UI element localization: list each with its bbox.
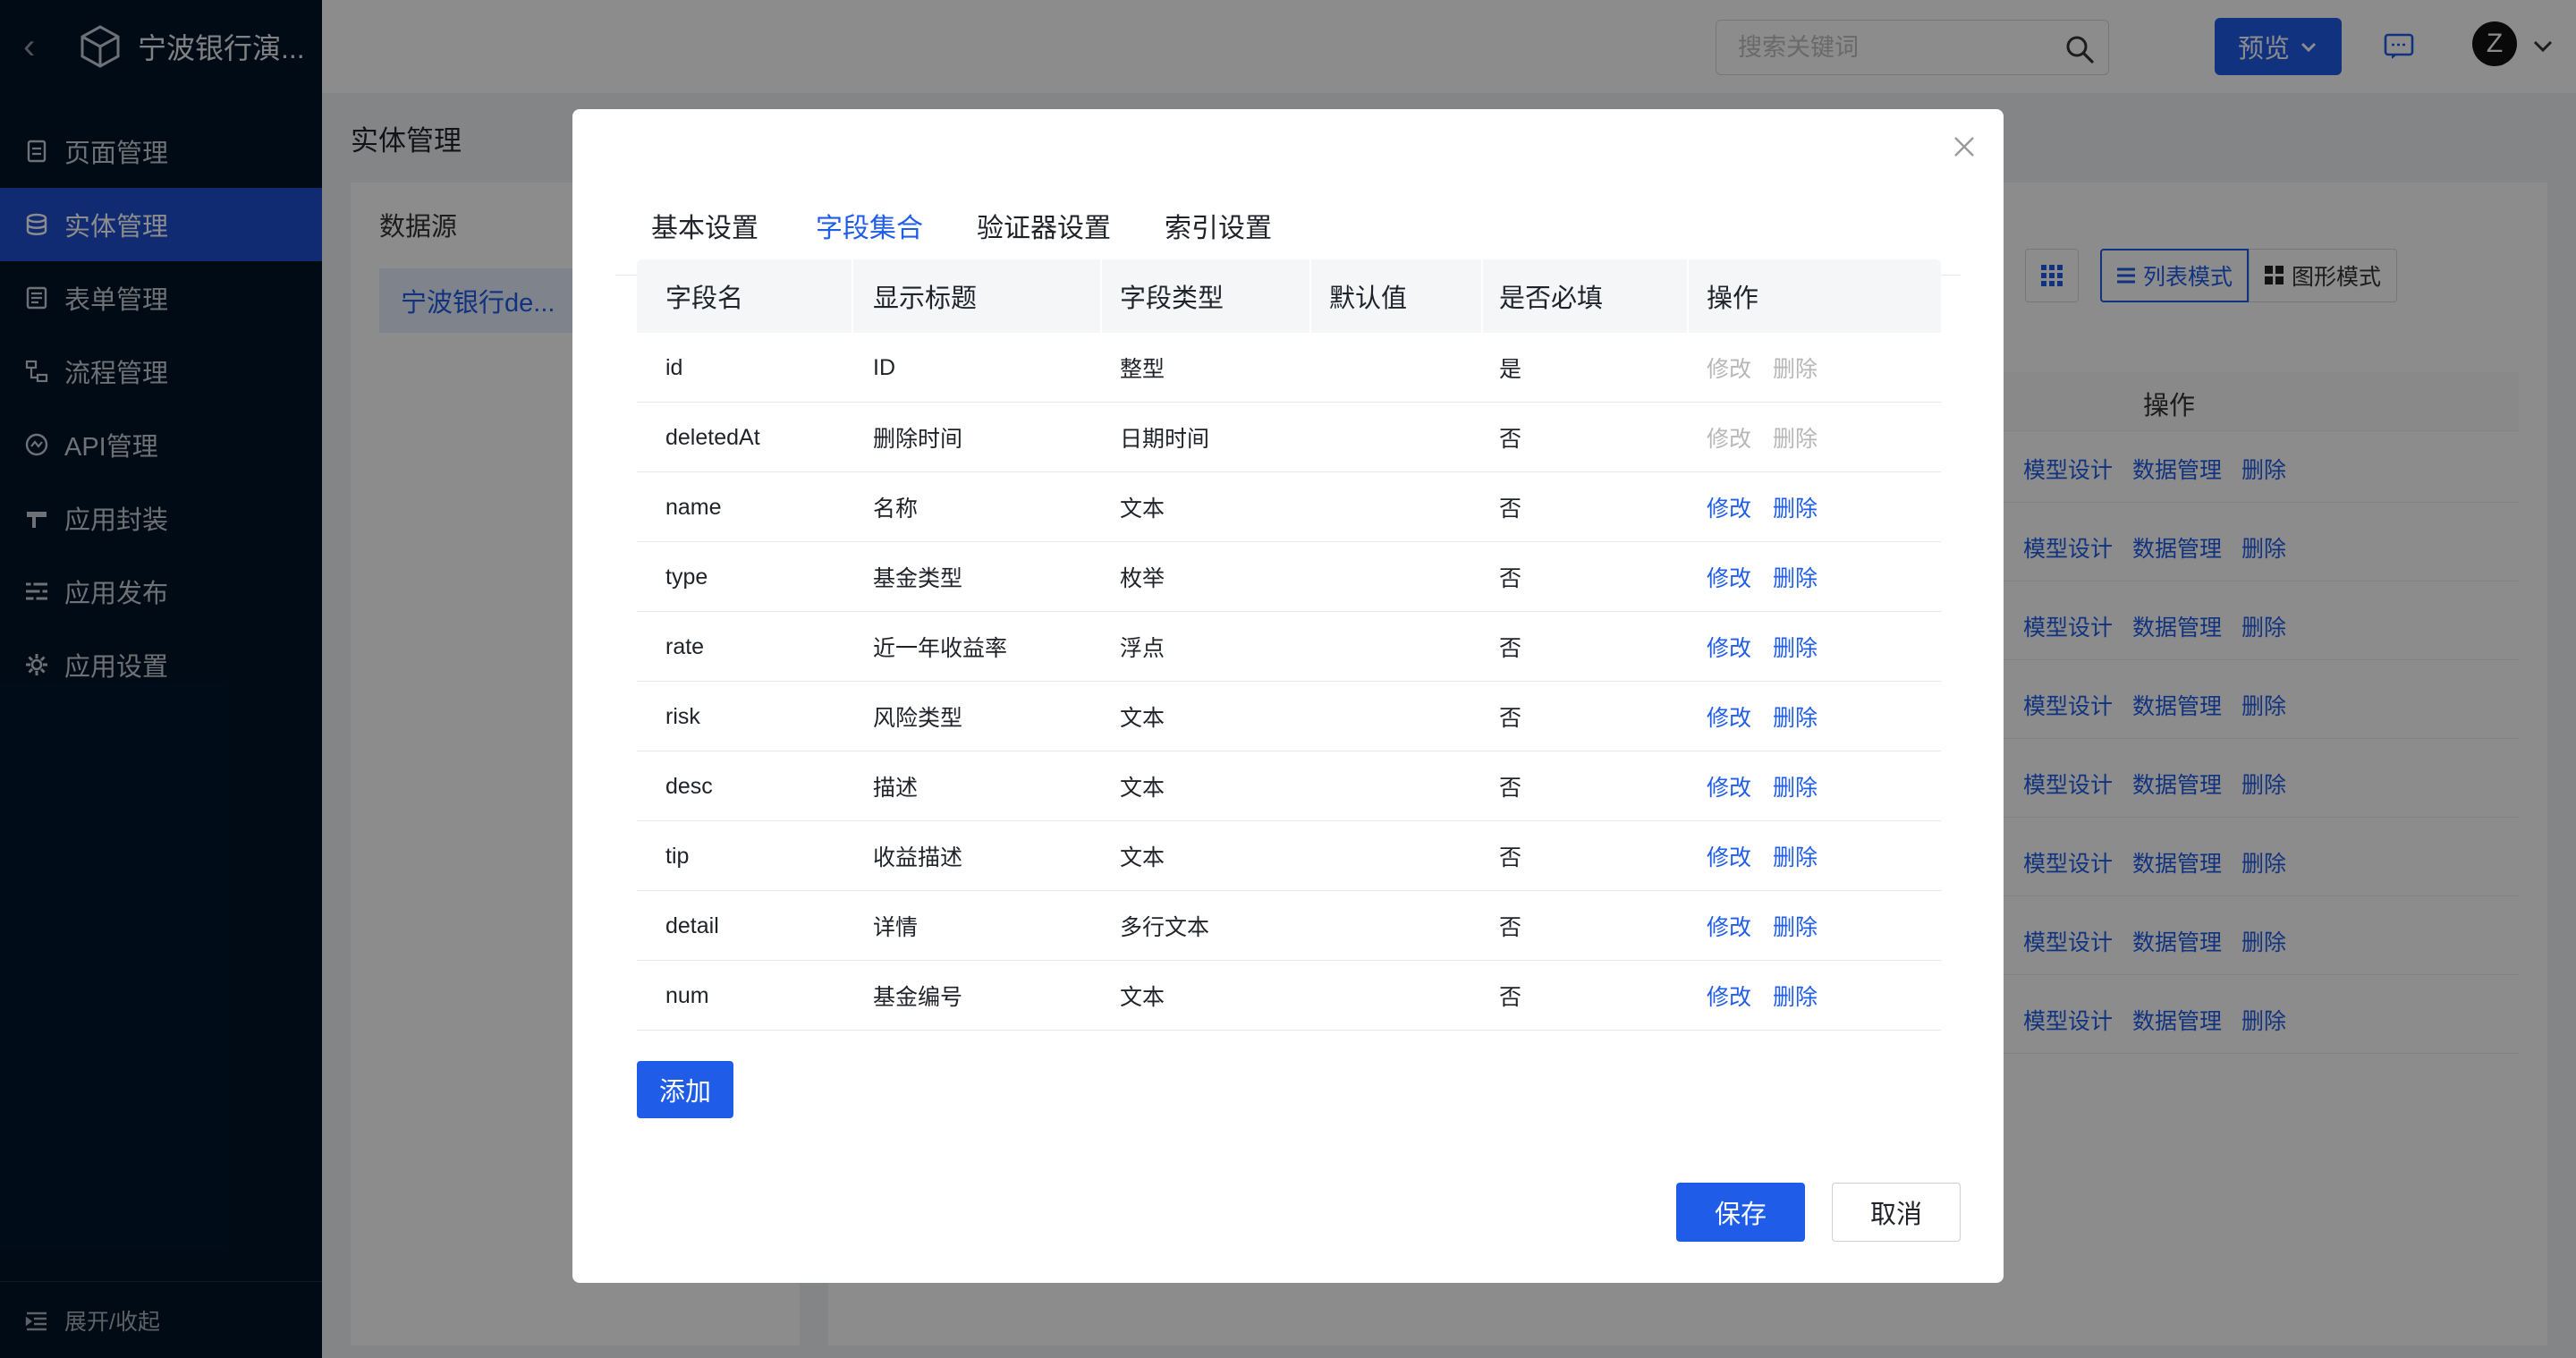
- field-type-cell: 日期时间: [1120, 427, 1210, 452]
- required-cell: 否: [1499, 497, 1522, 522]
- field-type-cell: 文本: [1120, 776, 1165, 801]
- close-icon[interactable]: [1946, 129, 1982, 165]
- delete-field-link[interactable]: 删除: [1773, 961, 1818, 1031]
- field-name-cell: risk: [665, 703, 700, 729]
- field-row: deletedAt 删除时间 日期时间 否 修改 删除: [637, 403, 1941, 472]
- tab-basic-settings[interactable]: 基本设置: [651, 206, 758, 245]
- field-type-cell: 浮点: [1120, 636, 1165, 661]
- edit-field-link[interactable]: 修改: [1707, 403, 1751, 472]
- display-title-cell: ID: [873, 354, 895, 380]
- field-table: 字段名 显示标题 字段类型 默认值 是否必填 操作 id ID 整型是修改 删除 del…: [637, 259, 1941, 1031]
- field-type-cell: 文本: [1120, 706, 1165, 731]
- field-row: type 基金类型 枚举 否 修改 删除: [637, 542, 1941, 612]
- field-name-cell: detail: [665, 912, 719, 938]
- field-name-cell: name: [665, 494, 722, 520]
- delete-field-link[interactable]: 删除: [1773, 751, 1818, 821]
- required-cell: 否: [1499, 706, 1522, 731]
- display-title-cell: 风险类型: [873, 706, 963, 731]
- field-name-cell: tip: [665, 843, 690, 869]
- field-type-cell: 枚举: [1120, 566, 1165, 591]
- display-title-cell: 基金类型: [873, 566, 963, 591]
- field-row: tip 收益描述 文本 否 修改 删除: [637, 821, 1941, 891]
- field-type-cell: 文本: [1120, 845, 1165, 870]
- edit-field-link[interactable]: 修改: [1707, 891, 1751, 961]
- edit-field-link[interactable]: 修改: [1707, 682, 1751, 751]
- display-title-cell: 描述: [873, 776, 919, 801]
- display-title-cell: 详情: [873, 915, 919, 940]
- field-row: risk 风险类型 文本 否 修改 删除: [637, 682, 1941, 751]
- delete-field-link[interactable]: 删除: [1773, 333, 1818, 403]
- required-cell: 否: [1499, 915, 1522, 940]
- edit-field-link[interactable]: 修改: [1707, 333, 1751, 403]
- add-field-button[interactable]: 添加: [637, 1061, 733, 1118]
- field-name-cell: desc: [665, 773, 713, 799]
- save-button[interactable]: 保存: [1676, 1183, 1805, 1242]
- field-type-cell: 文本: [1120, 497, 1165, 522]
- required-cell: 否: [1499, 427, 1522, 452]
- display-title-cell: 删除时间: [873, 427, 963, 452]
- delete-field-link[interactable]: 删除: [1773, 821, 1818, 891]
- field-row: rate 近一年收益率 浮点 否 修改 删除: [637, 612, 1941, 682]
- column-header-required: 是否必填: [1499, 284, 1604, 313]
- delete-field-link[interactable]: 删除: [1773, 542, 1818, 612]
- tab-index-settings[interactable]: 索引设置: [1165, 206, 1272, 245]
- field-name-cell: num: [665, 982, 709, 1008]
- field-name-cell: rate: [665, 633, 705, 659]
- field-table-header: 字段名 显示标题 字段类型 默认值 是否必填 操作: [637, 259, 1941, 333]
- delete-field-link[interactable]: 删除: [1773, 682, 1818, 751]
- field-row: detail 详情 多行文本 否 修改 删除: [637, 891, 1941, 961]
- display-title-cell: 近一年收益率: [873, 636, 1008, 661]
- delete-field-link[interactable]: 删除: [1773, 403, 1818, 472]
- column-header-field-name: 字段名: [665, 284, 744, 313]
- field-row: desc 描述 文本 否 修改 删除: [637, 751, 1941, 821]
- field-type-cell: 文本: [1120, 985, 1165, 1010]
- column-header-actions: 操作: [1707, 284, 1759, 313]
- delete-field-link[interactable]: 删除: [1773, 612, 1818, 682]
- field-row: id ID 整型 是 修改 删除: [637, 333, 1941, 403]
- delete-field-link[interactable]: 删除: [1773, 472, 1818, 542]
- field-name-cell: type: [665, 564, 708, 590]
- field-type-cell: 整型: [1120, 357, 1165, 382]
- display-title-cell: 收益描述: [873, 845, 963, 870]
- required-cell: 否: [1499, 776, 1522, 801]
- field-row: num 基金编号 文本 否 修改 删除: [637, 961, 1941, 1031]
- field-type-cell: 多行文本: [1120, 915, 1210, 940]
- required-cell: 是: [1499, 357, 1522, 382]
- edit-field-link[interactable]: 修改: [1707, 821, 1751, 891]
- required-cell: 否: [1499, 845, 1522, 870]
- field-name-cell: deletedAt: [665, 424, 760, 450]
- column-header-default: 默认值: [1329, 284, 1408, 313]
- required-cell: 否: [1499, 566, 1522, 591]
- edit-field-link[interactable]: 修改: [1707, 961, 1751, 1031]
- edit-field-link[interactable]: 修改: [1707, 472, 1751, 542]
- delete-field-link[interactable]: 删除: [1773, 891, 1818, 961]
- tab-validator-settings[interactable]: 验证器设置: [977, 206, 1111, 245]
- field-name-cell: id: [665, 354, 683, 380]
- required-cell: 否: [1499, 636, 1522, 661]
- display-title-cell: 名称: [873, 497, 919, 522]
- edit-field-link[interactable]: 修改: [1707, 542, 1751, 612]
- field-editor-dialog: 基本设置 字段集合 验证器设置 索引设置 字段名 显示标题 字段类型 默认值 是…: [572, 109, 2004, 1283]
- cancel-button[interactable]: 取消: [1832, 1183, 1961, 1242]
- required-cell: 否: [1499, 985, 1522, 1010]
- edit-field-link[interactable]: 修改: [1707, 612, 1751, 682]
- column-header-field-type: 字段类型: [1120, 284, 1224, 313]
- edit-field-link[interactable]: 修改: [1707, 751, 1751, 821]
- field-table-body: id ID 整型是修改 删除 deletedAt 删除时间 日期时间否修改 删除 name 名称文…: [637, 333, 1941, 1031]
- field-row: name 名称 文本 否 修改 删除: [637, 472, 1941, 542]
- tab-field-collection[interactable]: 字段集合: [816, 206, 923, 245]
- display-title-cell: 基金编号: [873, 985, 963, 1010]
- column-header-display-title: 显示标题: [873, 284, 978, 313]
